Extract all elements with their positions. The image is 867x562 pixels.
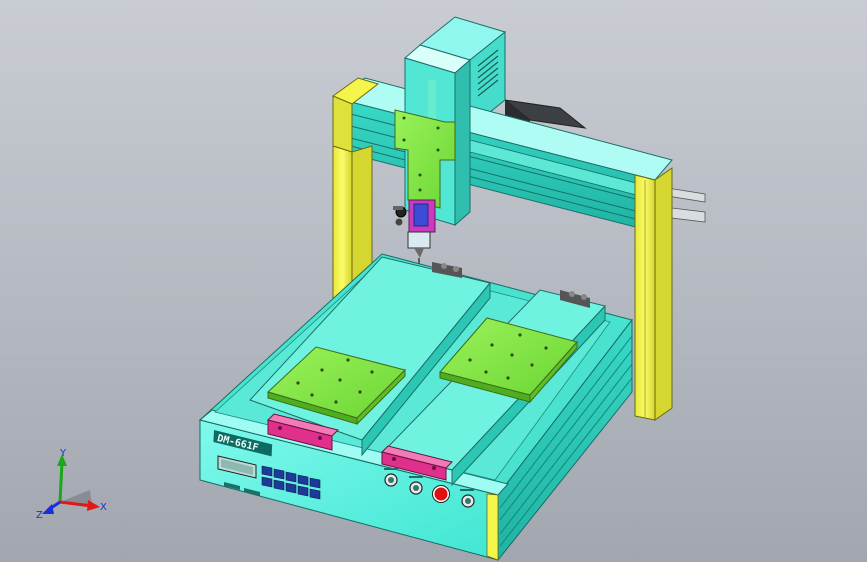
machine-model: DM-661F xyxy=(198,16,706,562)
xyz-triad-icon: Y X Z xyxy=(36,448,107,521)
front-right-foot xyxy=(486,493,499,561)
triad-y-label: Y xyxy=(59,448,67,459)
control-knob-icon[interactable] xyxy=(461,494,475,508)
z-axis-carriage xyxy=(393,44,472,264)
triad-z-label: Z xyxy=(36,510,43,521)
emergency-stop-icon[interactable] xyxy=(432,485,450,503)
cad-viewport[interactable]: DM-661F Y X Z xyxy=(0,0,867,562)
triad-x-label: X xyxy=(100,502,107,513)
control-knob-icon[interactable] xyxy=(384,473,398,487)
gantry-leg-right xyxy=(634,167,673,421)
control-knob-icon[interactable] xyxy=(409,481,423,495)
